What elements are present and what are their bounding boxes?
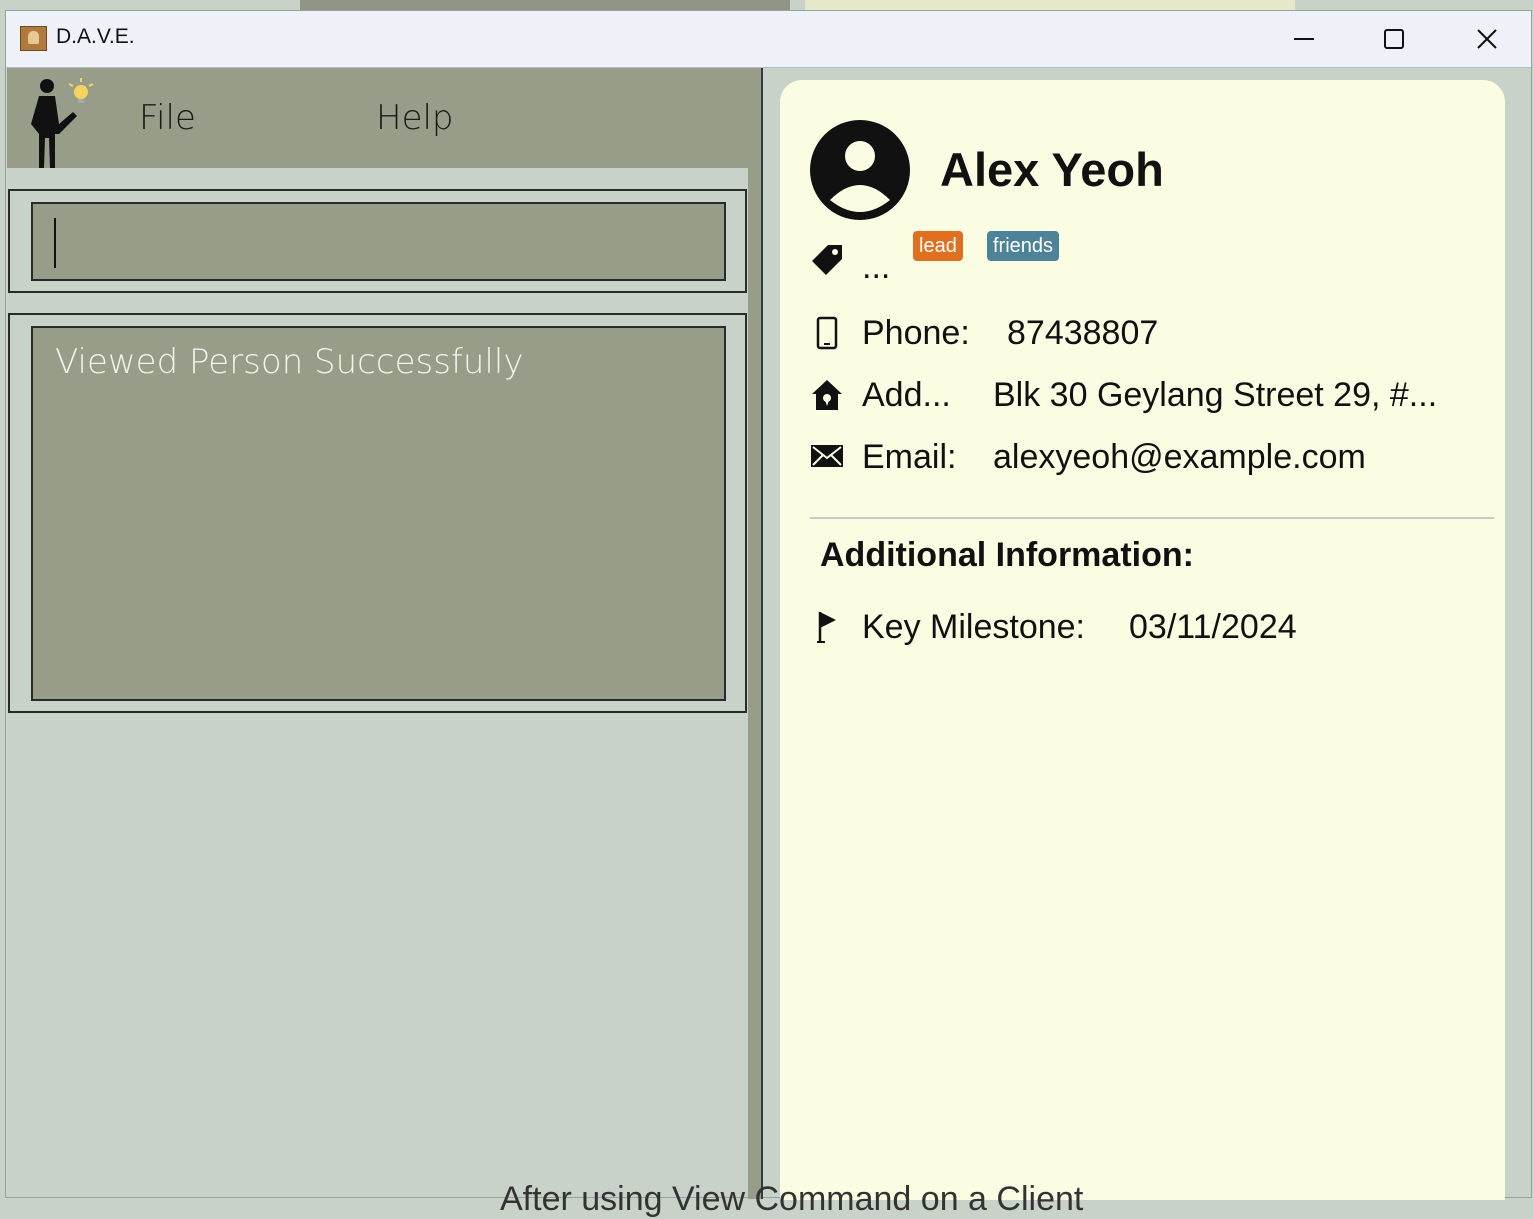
minimize-icon (1294, 38, 1314, 40)
screenshot-caption: After using View Command on a Client (500, 1180, 1084, 1218)
person-detail-card: Alex Yeoh ... lead friends Phone: 874388… (780, 80, 1505, 1200)
milestone-label: Key Milestone: (862, 608, 1085, 646)
person-name: Alex Yeoh (940, 143, 1164, 196)
maximize-icon (1384, 29, 1404, 49)
result-message: Viewed Person Successfully (55, 342, 524, 382)
section-divider (810, 517, 1494, 519)
menu-file[interactable]: File (139, 98, 196, 138)
background-window-strip (300, 0, 790, 10)
window-title: D.A.V.E. (56, 25, 135, 48)
title-bar[interactable]: D.A.V.E. (6, 11, 1531, 68)
milestone-value: 03/11/2024 (1129, 608, 1297, 646)
command-box (8, 189, 747, 293)
minimize-button[interactable] (1274, 19, 1334, 59)
background-window-strip (805, 0, 1295, 10)
tag-lead: lead (913, 231, 963, 261)
address-value: Blk 30 Geylang Street 29, #... (993, 376, 1438, 414)
phone-icon (816, 316, 838, 350)
command-input[interactable] (31, 202, 726, 281)
address-label: Add... (862, 376, 951, 414)
split-pane-divider[interactable] (748, 68, 763, 1199)
maximize-button[interactable] (1364, 19, 1424, 59)
home-icon (812, 380, 842, 410)
email-label: Email: (862, 438, 957, 476)
menu-help[interactable]: Help (376, 98, 454, 138)
envelope-icon (811, 445, 843, 467)
result-display: Viewed Person Successfully (8, 313, 747, 713)
menu-bar: File Help (7, 68, 748, 168)
text-caret (54, 218, 56, 268)
additional-info-title: Additional Information: (820, 536, 1194, 574)
businessman-lightbulb-logo (31, 78, 94, 168)
result-text-area[interactable]: Viewed Person Successfully (31, 326, 726, 701)
tag-icon (812, 245, 842, 275)
email-value: alexyeoh@example.com (993, 438, 1366, 476)
tag-friends: friends (987, 231, 1060, 261)
close-button[interactable] (1457, 19, 1517, 59)
close-icon (1477, 29, 1497, 49)
phone-label: Phone: (862, 314, 970, 352)
flag-icon (817, 612, 836, 643)
app-icon (20, 26, 47, 51)
phone-value: 87438807 (1007, 314, 1159, 352)
tags-label: ... (862, 248, 891, 286)
avatar-icon (810, 120, 910, 220)
